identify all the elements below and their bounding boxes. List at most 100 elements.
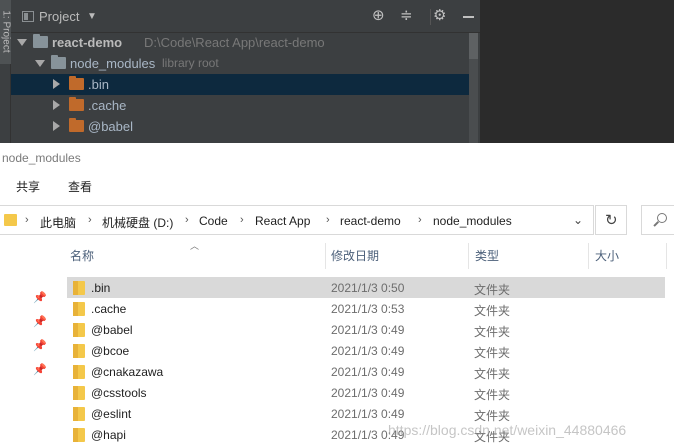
chevron-down-icon[interactable]: ▼	[87, 11, 97, 22]
column-header-name[interactable]: 名称	[70, 247, 94, 264]
file-row[interactable]: @cnakazawa 2021/1/3 0:49 文件夹	[67, 361, 665, 382]
file-modified-date: 2021/1/3 0:49	[331, 365, 405, 379]
expand-arrow-down-icon[interactable]	[35, 60, 45, 67]
tree-row[interactable]: node_modules library root	[11, 53, 469, 74]
ide-side-strip: 1: Project	[0, 0, 12, 143]
tree-item-label: .cache	[88, 98, 127, 113]
screen: 1: Project Project ▼ ⊕ ≑ ⚙ react-demo D:\…	[0, 0, 674, 448]
file-name: @csstools	[91, 386, 147, 400]
tree-item-hint: D:\Code\React App\react-demo	[144, 35, 325, 50]
ide-window: 1: Project Project ▼ ⊕ ≑ ⚙ react-demo D:\…	[0, 0, 674, 143]
pin-icon[interactable]: 📌	[33, 315, 47, 328]
file-row[interactable]: @eslint 2021/1/3 0:49 文件夹	[67, 403, 665, 424]
breadcrumb-separator-icon[interactable]: ›	[240, 214, 244, 226]
tree-row[interactable]: react-demo D:\Code\React App\react-demo	[11, 32, 469, 53]
file-modified-date: 2021/1/3 0:49	[331, 344, 405, 358]
breadcrumb-separator-icon[interactable]: ›	[88, 214, 92, 226]
folder-icon	[69, 76, 84, 90]
sort-ascending-icon: ︿	[190, 241, 200, 251]
refresh-icon: ↻	[605, 212, 618, 229]
folder-icon	[51, 55, 66, 69]
folder-icon	[69, 118, 84, 132]
search-input[interactable]	[641, 205, 674, 235]
navigation-pane: 📌 📌 📌 📌	[0, 239, 64, 448]
column-divider[interactable]	[325, 243, 326, 269]
project-panel: Project ▼ ⊕ ≑ ⚙ react-demo D:\Code\React …	[11, 0, 480, 143]
breadcrumb-this-pc[interactable]: 此电脑	[40, 214, 76, 231]
column-divider[interactable]	[588, 243, 589, 269]
folder-icon	[73, 323, 85, 337]
file-name: .cache	[91, 302, 127, 316]
tree-scrollbar-thumb[interactable]	[469, 33, 478, 59]
breadcrumb-separator-icon[interactable]: ›	[185, 214, 189, 226]
folder-icon	[33, 34, 48, 48]
expand-arrow-right-icon[interactable]	[53, 100, 60, 110]
breadcrumb-node-modules[interactable]: node_modules	[433, 214, 512, 228]
ribbon-tab-share[interactable]: 共享	[16, 178, 40, 195]
tree-row[interactable]: @babel	[11, 116, 469, 137]
breadcrumb-react-demo[interactable]: react-demo	[340, 214, 401, 228]
address-bar[interactable]: › 此电脑 › 机械硬盘 (D:) › Code › React App › r…	[0, 205, 594, 235]
collapse-all-icon[interactable]: ≑	[400, 8, 413, 24]
toolbar-divider	[430, 9, 431, 25]
file-name: @bcoe	[91, 344, 130, 358]
project-view-icon	[22, 11, 34, 22]
column-header-size[interactable]: 大小	[595, 247, 619, 264]
file-type: 文件夹	[474, 388, 511, 402]
gear-icon[interactable]: ⚙	[433, 8, 446, 24]
search-icon	[657, 213, 667, 223]
folder-icon	[69, 97, 84, 111]
locate-target-icon[interactable]: ⊕	[372, 8, 385, 24]
file-name: @babel	[91, 323, 133, 337]
file-type: 文件夹	[474, 283, 511, 297]
file-modified-date: 2021/1/3 0:53	[331, 302, 405, 316]
file-type: 文件夹	[474, 304, 511, 318]
chevron-down-icon[interactable]: ⌄	[573, 213, 583, 227]
file-row[interactable]: .bin 2021/1/3 0:50 文件夹	[67, 277, 665, 298]
hide-panel-icon[interactable]	[463, 16, 474, 18]
file-row[interactable]: @babel 2021/1/3 0:49 文件夹	[67, 319, 665, 340]
ribbon-tab-view[interactable]: 查看	[68, 178, 92, 195]
pin-icon[interactable]: 📌	[33, 339, 47, 352]
file-name: @hapi	[91, 428, 126, 442]
tree-item-label: .bin	[88, 77, 109, 92]
column-divider[interactable]	[666, 243, 667, 269]
file-modified-date: 2021/1/3 0:49	[331, 407, 405, 421]
folder-icon	[73, 428, 85, 442]
breadcrumb-code[interactable]: Code	[199, 214, 228, 228]
editor-area	[480, 0, 674, 143]
breadcrumb-separator-icon[interactable]: ›	[25, 214, 29, 226]
file-name: .bin	[91, 281, 111, 295]
tree-row[interactable]: .bin	[11, 74, 469, 95]
expand-arrow-right-icon[interactable]	[53, 121, 60, 131]
file-name: @cnakazawa	[91, 365, 164, 379]
breadcrumb-react-app[interactable]: React App	[255, 214, 310, 228]
tree-item-label: @babel	[88, 119, 134, 134]
tree-item-label: node_modules	[70, 56, 156, 71]
column-header-type[interactable]: 类型	[475, 247, 499, 264]
tree-scrollbar[interactable]	[469, 33, 478, 143]
expand-arrow-down-icon[interactable]	[17, 39, 27, 46]
breadcrumb-drive-d[interactable]: 机械硬盘 (D:)	[102, 214, 173, 231]
column-header-date[interactable]: 修改日期	[331, 247, 379, 264]
refresh-button[interactable]: ↻	[595, 205, 627, 235]
file-type: 文件夹	[474, 346, 511, 360]
file-row[interactable]: .cache 2021/1/3 0:53 文件夹	[67, 298, 665, 319]
pin-icon[interactable]: 📌	[33, 363, 47, 376]
file-row[interactable]: @bcoe 2021/1/3 0:49 文件夹	[67, 340, 665, 361]
folder-icon	[73, 386, 85, 400]
breadcrumb-separator-icon[interactable]: ›	[418, 214, 422, 226]
folder-icon	[73, 407, 85, 421]
folder-icon	[73, 281, 85, 295]
breadcrumb-separator-icon[interactable]: ›	[326, 214, 330, 226]
file-row[interactable]: @csstools 2021/1/3 0:49 文件夹	[67, 382, 665, 403]
tree-row[interactable]: .cache	[11, 95, 469, 116]
pin-icon[interactable]: 📌	[33, 291, 47, 304]
file-type: 文件夹	[474, 325, 511, 339]
folder-icon	[73, 365, 85, 379]
project-panel-title[interactable]: Project	[39, 9, 79, 24]
expand-arrow-right-icon[interactable]	[53, 79, 60, 89]
file-modified-date: 2021/1/3 0:50	[331, 281, 405, 295]
column-divider[interactable]	[468, 243, 469, 269]
project-side-tab[interactable]: 1: Project	[0, 0, 12, 64]
